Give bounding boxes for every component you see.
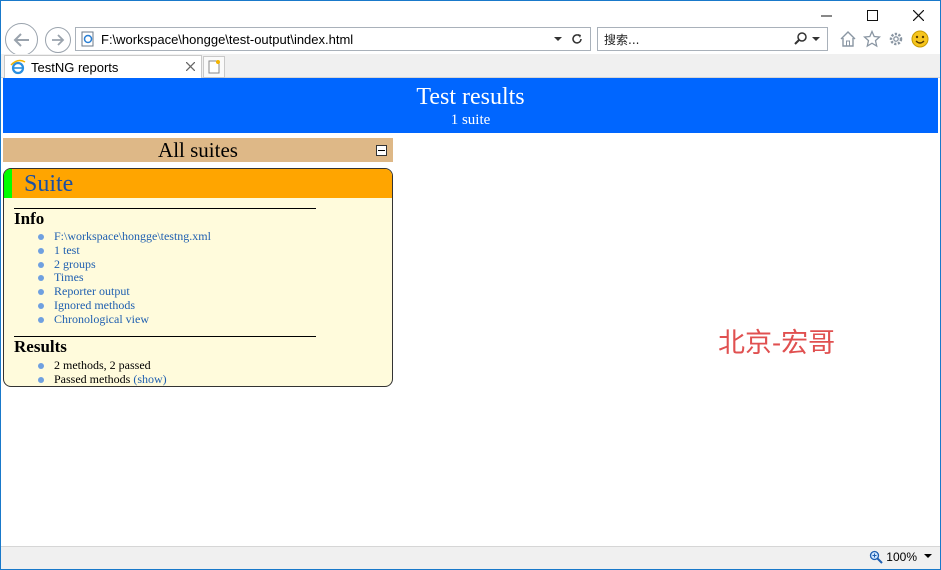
list-item[interactable]: 2 groups <box>36 257 211 272</box>
zoom-dropdown[interactable] <box>923 551 933 564</box>
home-button[interactable] <box>838 28 858 50</box>
suite-name[interactable]: Suite <box>24 170 73 198</box>
tests-link[interactable]: 1 test <box>54 243 80 257</box>
new-tab-button[interactable] <box>203 56 225 78</box>
results-list: 2 methods, 2 passed Passed methods (show… <box>36 358 167 386</box>
close-icon <box>912 9 924 21</box>
info-title: Info <box>14 209 45 228</box>
back-button[interactable] <box>5 23 38 56</box>
show-passed-link[interactable]: (show) <box>133 372 166 386</box>
list-item[interactable]: F:\workspace\hongge\testng.xml <box>36 229 211 244</box>
ie-logo-icon <box>10 59 26 75</box>
page-title: Test results <box>416 84 525 110</box>
tab-title: TestNG reports <box>31 59 119 75</box>
passed-methods-label: Passed methods <box>54 371 131 386</box>
suite-count: 1 suite <box>450 112 491 128</box>
maximize-icon <box>866 9 878 21</box>
refresh-icon[interactable] <box>570 32 584 46</box>
collapse-button[interactable] <box>376 145 387 156</box>
testng-xml-link[interactable]: F:\workspace\hongge\testng.xml <box>54 229 211 243</box>
dropdown-icon[interactable] <box>811 34 821 44</box>
ignored-methods-link[interactable]: Ignored methods <box>54 298 135 312</box>
feedback-button[interactable] <box>910 28 930 50</box>
search-box[interactable]: 搜索... <box>597 27 828 51</box>
minus-icon <box>378 150 385 151</box>
chronological-view-link[interactable]: Chronological view <box>54 312 149 326</box>
reporter-output-link[interactable]: Reporter output <box>54 284 130 298</box>
all-suites-title: All suites <box>158 138 238 162</box>
list-item[interactable]: Reporter output <box>36 284 211 299</box>
info-list: F:\workspace\hongge\testng.xml 1 test 2 … <box>36 229 211 327</box>
list-item: Passed methods (show) <box>36 371 167 386</box>
page-icon <box>81 31 94 47</box>
forward-button[interactable] <box>45 27 71 53</box>
suite-status-stripe <box>4 169 12 198</box>
list-item[interactable]: 1 test <box>36 243 211 258</box>
dropdown-icon <box>924 554 932 558</box>
suite-panel: Suite Info F:\workspace\hongge\testng.xm… <box>3 168 393 387</box>
tab-testng-reports[interactable]: TestNG reports <box>4 55 202 78</box>
list-item: 2 methods, 2 passed <box>36 358 167 373</box>
results-summary: 2 methods, 2 passed <box>54 358 151 372</box>
close-tab-button[interactable] <box>185 60 196 74</box>
search-input[interactable]: 搜索... <box>604 31 793 48</box>
tab-bar: TestNG reports <box>0 54 941 78</box>
search-icon[interactable] <box>793 31 809 47</box>
favorites-button[interactable] <box>862 28 882 50</box>
divider <box>14 208 316 209</box>
times-link[interactable]: Times <box>54 270 84 284</box>
list-item[interactable]: Chronological view <box>36 312 211 327</box>
zoom-level: 100% <box>886 550 917 564</box>
results-banner: Test results 1 suite <box>3 78 938 133</box>
all-suites-header: All suites <box>3 138 393 162</box>
list-item[interactable]: Ignored methods <box>36 298 211 313</box>
back-arrow-icon <box>13 32 29 47</box>
toolbar-icons <box>838 28 930 50</box>
dropdown-icon[interactable] <box>552 34 564 44</box>
status-bar: 100% <box>0 546 941 570</box>
star-icon <box>863 30 881 48</box>
suite-header: Suite <box>4 169 392 198</box>
watermark: 北京-宏哥 <box>718 328 836 359</box>
home-icon <box>840 31 856 47</box>
list-item[interactable]: Times <box>36 270 211 285</box>
zoom-icon <box>870 550 884 564</box>
smiley-icon <box>911 30 929 48</box>
settings-button[interactable] <box>886 28 906 50</box>
navigation-bar: F:\workspace\hongge\test-output\index.ht… <box>0 22 941 56</box>
forward-arrow-icon <box>52 34 65 46</box>
gear-icon <box>889 32 903 46</box>
new-tab-icon <box>208 60 220 74</box>
zoom-control[interactable]: 100% <box>869 550 917 564</box>
close-icon <box>185 61 196 72</box>
minimize-icon <box>820 15 832 16</box>
results-title: Results <box>14 337 67 356</box>
address-bar[interactable]: F:\workspace\hongge\test-output\index.ht… <box>75 27 591 51</box>
address-text[interactable]: F:\workspace\hongge\test-output\index.ht… <box>101 32 552 47</box>
page-content: Test results 1 suite All suites Suite In… <box>3 78 938 546</box>
groups-link[interactable]: 2 groups <box>54 257 96 271</box>
